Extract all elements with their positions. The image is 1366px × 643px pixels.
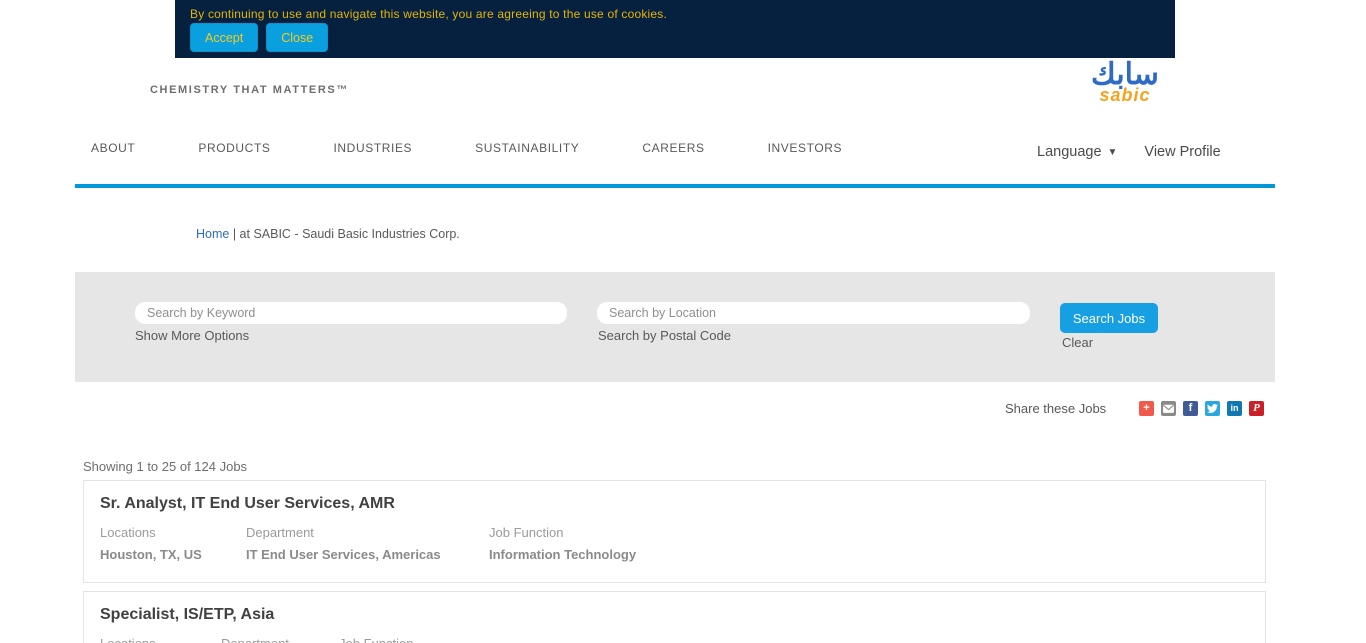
careers-page: By continuing to use and navigate this w… [0, 0, 1366, 643]
cookie-buttons: Accept Close [190, 23, 328, 52]
nav-right: Language ▼ View Profile [1037, 144, 1221, 160]
field-label: Job Function [339, 636, 413, 643]
job-field-job-function: Job Function Information Technology [489, 525, 636, 562]
linkedin-share-icon[interactable]: in [1227, 401, 1242, 416]
nav-item-investors[interactable]: INVESTORS [768, 141, 843, 155]
breadcrumb-suffix: | at SABIC - Saudi Basic Industries Corp… [233, 227, 460, 241]
field-label: Job Function [489, 525, 636, 540]
job-field-department: Department IT End User Services, America… [246, 525, 489, 562]
keyword-search-input[interactable] [135, 302, 567, 324]
job-title-link[interactable]: Sr. Analyst, IT End User Services, AMR [100, 495, 1249, 513]
nav-accent-rule [75, 184, 1275, 188]
search-jobs-button[interactable]: Search Jobs [1060, 303, 1158, 333]
language-label: Language [1037, 144, 1102, 160]
job-field-locations: Locations [100, 636, 221, 643]
language-dropdown[interactable]: Language ▼ [1037, 144, 1117, 160]
field-label: Department [246, 525, 489, 540]
linkedin-in-icon: in [1231, 404, 1239, 413]
field-value: IT End User Services, Americas [246, 547, 489, 562]
nav-item-careers[interactable]: CAREERS [642, 141, 704, 155]
cookie-message: By continuing to use and navigate this w… [190, 7, 1160, 21]
search-by-postal-code-link[interactable]: Search by Postal Code [598, 328, 731, 343]
job-field-job-function: Job Function [339, 636, 413, 643]
job-fields: Locations Department Job Function [100, 636, 1249, 643]
sabic-logo[interactable]: سابك sabic [1082, 60, 1168, 104]
facebook-f-icon: f [1189, 403, 1193, 414]
field-label: Locations [100, 636, 221, 643]
brand-tagline: CHEMISTRY THAT MATTERS™ [150, 84, 349, 96]
nav-item-products[interactable]: PRODUCTS [198, 141, 270, 155]
share-icons: + f in P [1139, 401, 1264, 416]
job-card[interactable]: Sr. Analyst, IT End User Services, AMR L… [83, 480, 1266, 583]
share-these-jobs-label: Share these Jobs [1005, 401, 1106, 416]
addthis-share-icon[interactable]: + [1139, 401, 1154, 416]
location-search-input[interactable] [597, 302, 1030, 324]
job-fields: Locations Houston, TX, US Department IT … [100, 525, 1249, 562]
plus-icon: + [1143, 403, 1149, 414]
field-label: Department [221, 636, 339, 643]
job-search-panel: Search Jobs Show More Options Search by … [75, 272, 1275, 382]
results-summary: Showing 1 to 25 of 124 Jobs [83, 459, 247, 474]
accept-cookies-button[interactable]: Accept [190, 23, 258, 52]
envelope-icon [1162, 402, 1175, 415]
field-value: Information Technology [489, 547, 636, 562]
field-value: Houston, TX, US [100, 547, 246, 562]
clear-search-link[interactable]: Clear [1062, 335, 1093, 350]
show-more-options-link[interactable]: Show More Options [135, 328, 249, 343]
breadcrumb: Home | at SABIC - Saudi Basic Industries… [196, 227, 460, 241]
close-cookies-button[interactable]: Close [266, 23, 328, 52]
twitter-share-icon[interactable] [1205, 401, 1220, 416]
job-field-department: Department [221, 636, 339, 643]
job-field-locations: Locations Houston, TX, US [100, 525, 246, 562]
view-profile-link[interactable]: View Profile [1144, 144, 1220, 160]
job-card[interactable]: Specialist, IS/ETP, Asia Locations Depar… [83, 591, 1266, 643]
main-nav: ABOUT PRODUCTS INDUSTRIES SUSTAINABILITY… [91, 141, 842, 155]
cookie-banner: By continuing to use and navigate this w… [175, 0, 1175, 58]
nav-item-industries[interactable]: INDUSTRIES [333, 141, 412, 155]
pinterest-share-icon[interactable]: P [1249, 401, 1264, 416]
job-title-link[interactable]: Specialist, IS/ETP, Asia [100, 606, 1249, 624]
nav-item-sustainability[interactable]: SUSTAINABILITY [475, 141, 579, 155]
facebook-share-icon[interactable]: f [1183, 401, 1198, 416]
chevron-down-icon: ▼ [1108, 147, 1118, 158]
twitter-bird-icon [1207, 403, 1218, 414]
field-label: Locations [100, 525, 246, 540]
nav-item-about[interactable]: ABOUT [91, 141, 135, 155]
pinterest-p-icon: P [1253, 403, 1260, 414]
email-share-icon[interactable] [1161, 401, 1176, 416]
breadcrumb-home-link[interactable]: Home [196, 227, 229, 241]
